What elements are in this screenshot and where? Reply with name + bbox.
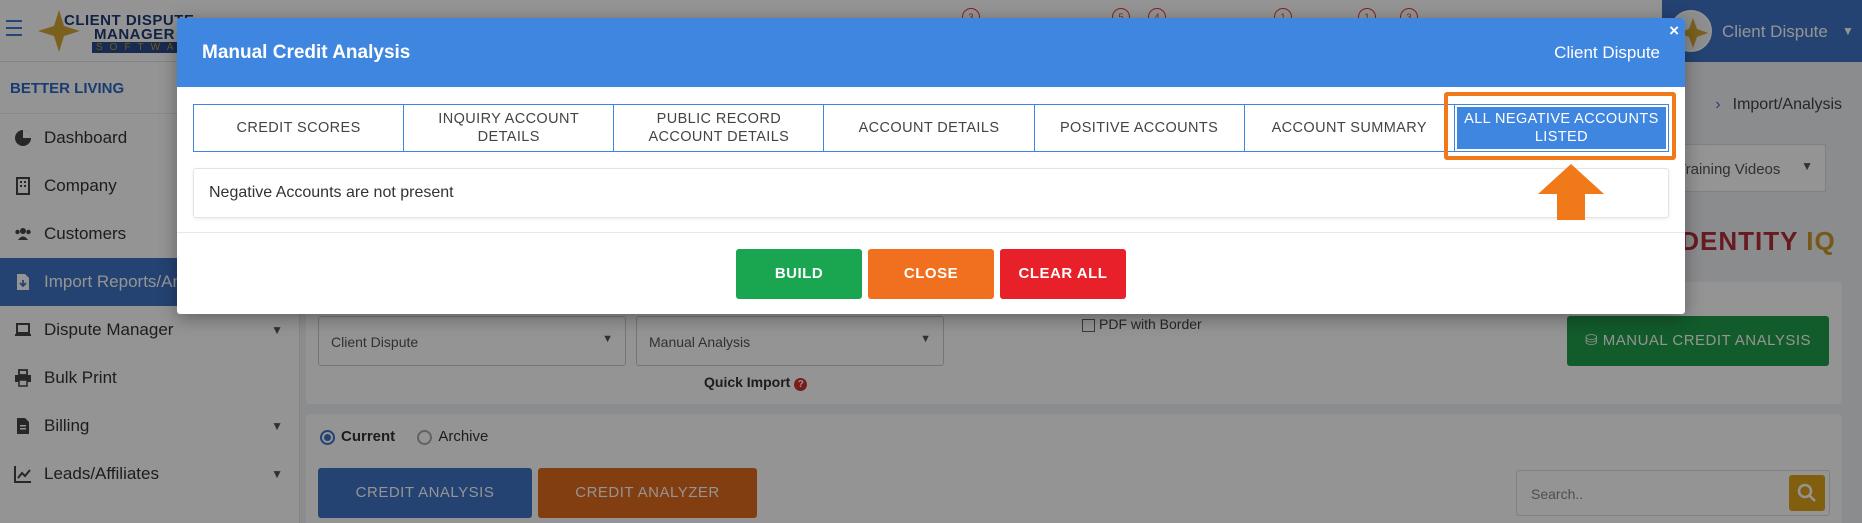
modal-footer-divider [177,232,1685,233]
tab-credit-scores[interactable]: CREDIT SCORES [194,105,405,151]
negative-accounts-message: Negative Accounts are not present [193,168,1669,218]
tab-account-details[interactable]: ACCOUNT DETAILS [824,105,1035,151]
close-button[interactable]: CLOSE [868,249,994,299]
tab-highlight-annotation [1444,92,1676,160]
tab-inquiry-account-details[interactable]: INQUIRY ACCOUNT DETAILS [404,105,615,151]
modal-client-name: Client Dispute [1554,43,1660,62]
modal-header: Manual Credit Analysis Client Dispute × [177,18,1685,87]
tab-public-record-account-details[interactable]: PUBLIC RECORD ACCOUNT DETAILS [614,105,825,151]
tab-positive-accounts[interactable]: POSITIVE ACCOUNTS [1034,105,1245,151]
close-icon[interactable]: × [1669,21,1679,41]
modal-title: Manual Credit Analysis [202,42,411,63]
tab-account-summary[interactable]: ACCOUNT SUMMARY [1244,105,1455,151]
build-button[interactable]: BUILD [736,249,862,299]
arrow-up-annotation-icon [1538,164,1604,220]
clear-all-button[interactable]: CLEAR ALL [1000,249,1126,299]
manual-credit-analysis-modal: Manual Credit Analysis Client Dispute × … [177,18,1685,314]
